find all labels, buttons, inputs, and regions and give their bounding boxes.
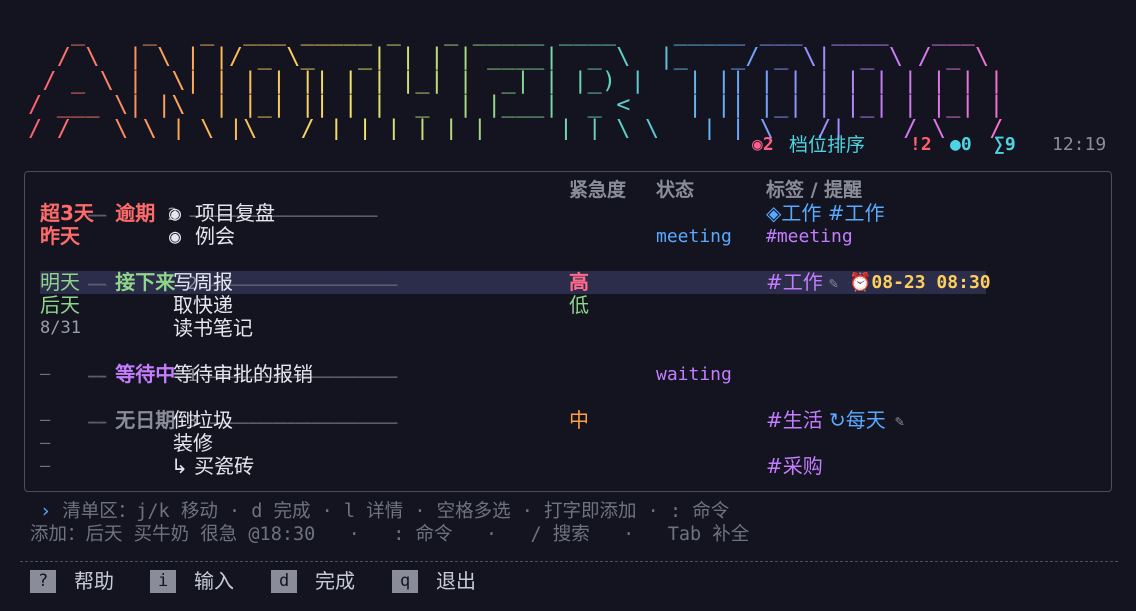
- app-banner: _ _ _ ___ _____ _ _ _____ ____ _____ ___…: [28, 20, 1018, 140]
- task-tags: #工作: [766, 270, 823, 294]
- task-tags: #生活: [766, 408, 823, 432]
- sort-mode-label[interactable]: 档位排序: [789, 134, 865, 156]
- divider: [20, 561, 1118, 562]
- task-title: 倒垃圾: [173, 408, 233, 432]
- task-title: 取快递: [173, 293, 233, 317]
- task-state: waiting: [656, 364, 732, 385]
- help-key[interactable]: ?: [30, 570, 57, 593]
- task-priority: 中: [569, 408, 589, 432]
- task-date: 昨天: [40, 224, 80, 248]
- task-priority: 低: [569, 293, 589, 317]
- task-title: 等待审批的报销: [173, 362, 313, 386]
- quit-key-label: 退出: [436, 569, 476, 593]
- help-line-list: › 清单区：j/k 移动 · d 完成 · l 详情 · 空格多选 · 打字即添…: [40, 501, 730, 522]
- task-date: 8/31: [40, 318, 81, 338]
- done-key[interactable]: d: [271, 570, 298, 593]
- help-line-add: 添加：后天 买牛奶 很急 @18:30 · : 命令 · / 搜索 · Tab …: [30, 524, 750, 545]
- task-date: —: [40, 456, 51, 476]
- input-key[interactable]: i: [150, 570, 177, 593]
- task-title: 装修: [173, 431, 213, 455]
- task-title: 读书笔记: [173, 316, 253, 340]
- task-date: 超3天: [40, 201, 94, 225]
- input-key-label: 输入: [194, 569, 234, 593]
- urgent-count: !2: [910, 134, 932, 155]
- task-date: —: [40, 364, 51, 384]
- task-title: ↳ 买瓷砖: [171, 454, 255, 478]
- help-key-label: 帮助: [74, 569, 114, 593]
- task-state: meeting: [656, 226, 732, 247]
- quit-key[interactable]: q: [392, 570, 419, 593]
- column-tags: 标签 / 提醒: [766, 179, 863, 201]
- done-key-label: 完成: [315, 569, 355, 593]
- radio-icon[interactable]: ◉: [169, 225, 181, 248]
- task-priority: 高: [569, 270, 589, 294]
- task-title: 写周报: [173, 270, 233, 294]
- dot-count: ●0: [950, 134, 972, 155]
- task-title: 项目复盘: [195, 201, 275, 225]
- task-date: 后天: [40, 293, 80, 317]
- task-tags: #采购: [766, 454, 823, 478]
- task-date: 明天: [40, 270, 80, 294]
- task-tags: #meeting: [766, 226, 853, 247]
- task-date: —: [40, 433, 51, 453]
- recur-icon: ↻每天: [829, 408, 886, 432]
- task-tags: ◈工作 #工作: [766, 201, 885, 225]
- prompt-arrow-icon: ›: [40, 501, 52, 522]
- total-count: ∑9: [994, 134, 1016, 155]
- pencil-icon[interactable]: ✎: [829, 272, 838, 295]
- column-state: 状态: [656, 179, 695, 201]
- pencil-icon[interactable]: ✎: [895, 410, 904, 433]
- radio-icon[interactable]: ◉: [169, 202, 181, 225]
- sort-indicator: ◉2: [752, 134, 774, 155]
- clock: 12:19: [1052, 134, 1107, 155]
- task-date: —: [40, 410, 51, 430]
- task-title: 例会: [195, 224, 235, 248]
- column-priority: 紧急度: [569, 179, 627, 201]
- reminder-alarm: ⏰08-23 08:30: [849, 272, 991, 293]
